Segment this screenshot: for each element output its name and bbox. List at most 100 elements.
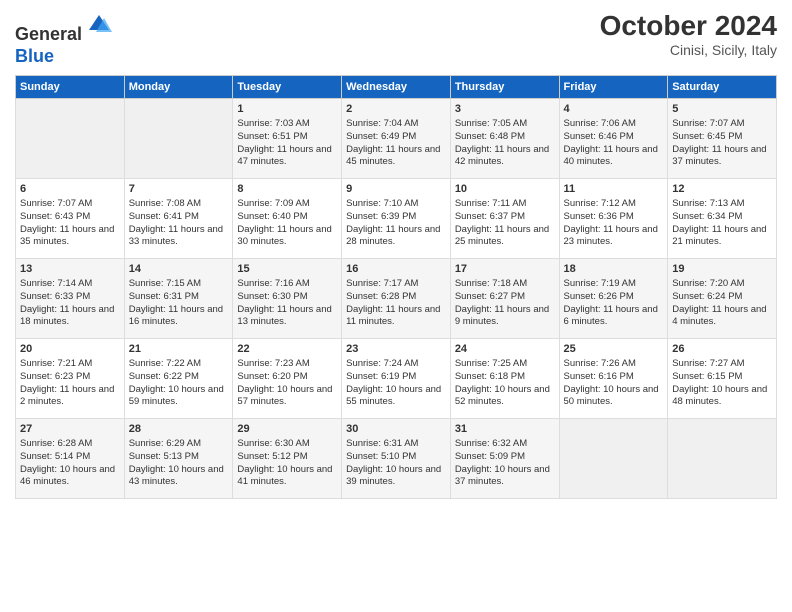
calendar-cell: 3Sunrise: 7:05 AMSunset: 6:48 PMDaylight… bbox=[450, 99, 559, 179]
sunset-text: Sunset: 6:15 PM bbox=[672, 371, 742, 382]
sunrise-text: Sunrise: 7:21 AM bbox=[20, 358, 92, 369]
calendar-cell: 4Sunrise: 7:06 AMSunset: 6:46 PMDaylight… bbox=[559, 99, 668, 179]
sunrise-text: Sunrise: 7:10 AM bbox=[346, 198, 418, 209]
daylight-text: Daylight: 11 hours and 13 minutes. bbox=[237, 304, 331, 328]
sunrise-text: Sunrise: 7:03 AM bbox=[237, 118, 309, 129]
sunset-text: Sunset: 6:24 PM bbox=[672, 291, 742, 302]
calendar-cell: 12Sunrise: 7:13 AMSunset: 6:34 PMDayligh… bbox=[668, 179, 777, 259]
sunrise-text: Sunrise: 7:04 AM bbox=[346, 118, 418, 129]
sunset-text: Sunset: 6:20 PM bbox=[237, 371, 307, 382]
calendar-cell: 15Sunrise: 7:16 AMSunset: 6:30 PMDayligh… bbox=[233, 259, 342, 339]
sunset-text: Sunset: 6:28 PM bbox=[346, 291, 416, 302]
sunset-text: Sunset: 5:09 PM bbox=[455, 451, 525, 462]
sunset-text: Sunset: 6:43 PM bbox=[20, 211, 90, 222]
daylight-text: Daylight: 10 hours and 37 minutes. bbox=[455, 464, 550, 488]
calendar-cell: 13Sunrise: 7:14 AMSunset: 6:33 PMDayligh… bbox=[16, 259, 125, 339]
daylight-text: Daylight: 11 hours and 42 minutes. bbox=[455, 144, 549, 168]
logo: General Blue bbox=[15, 10, 114, 67]
daylight-text: Daylight: 10 hours and 39 minutes. bbox=[346, 464, 441, 488]
sunset-text: Sunset: 6:33 PM bbox=[20, 291, 90, 302]
day-number: 23 bbox=[346, 342, 446, 357]
logo-general: General bbox=[15, 24, 82, 44]
sunrise-text: Sunrise: 7:12 AM bbox=[564, 198, 636, 209]
weekday-header-row: SundayMondayTuesdayWednesdayThursdayFrid… bbox=[16, 76, 777, 99]
calendar-cell: 7Sunrise: 7:08 AMSunset: 6:41 PMDaylight… bbox=[124, 179, 233, 259]
sunset-text: Sunset: 5:10 PM bbox=[346, 451, 416, 462]
sunrise-text: Sunrise: 7:16 AM bbox=[237, 278, 309, 289]
day-number: 20 bbox=[20, 342, 120, 357]
sunrise-text: Sunrise: 6:29 AM bbox=[129, 438, 201, 449]
sunset-text: Sunset: 6:46 PM bbox=[564, 131, 634, 142]
day-number: 13 bbox=[20, 262, 120, 277]
day-number: 16 bbox=[346, 262, 446, 277]
logo-icon bbox=[84, 10, 114, 40]
day-number: 26 bbox=[672, 342, 772, 357]
sunset-text: Sunset: 5:13 PM bbox=[129, 451, 199, 462]
sunset-text: Sunset: 6:37 PM bbox=[455, 211, 525, 222]
daylight-text: Daylight: 10 hours and 57 minutes. bbox=[237, 384, 332, 408]
day-number: 2 bbox=[346, 102, 446, 117]
calendar-row-0: 1Sunrise: 7:03 AMSunset: 6:51 PMDaylight… bbox=[16, 99, 777, 179]
daylight-text: Daylight: 11 hours and 2 minutes. bbox=[20, 384, 114, 408]
sunrise-text: Sunrise: 7:07 AM bbox=[672, 118, 744, 129]
daylight-text: Daylight: 11 hours and 28 minutes. bbox=[346, 224, 440, 248]
sunrise-text: Sunrise: 6:30 AM bbox=[237, 438, 309, 449]
calendar-cell: 31Sunrise: 6:32 AMSunset: 5:09 PMDayligh… bbox=[450, 419, 559, 499]
sunset-text: Sunset: 6:30 PM bbox=[237, 291, 307, 302]
calendar-cell: 18Sunrise: 7:19 AMSunset: 6:26 PMDayligh… bbox=[559, 259, 668, 339]
sunrise-text: Sunrise: 7:14 AM bbox=[20, 278, 92, 289]
calendar-cell: 1Sunrise: 7:03 AMSunset: 6:51 PMDaylight… bbox=[233, 99, 342, 179]
sunrise-text: Sunrise: 7:27 AM bbox=[672, 358, 744, 369]
location-subtitle: Cinisi, Sicily, Italy bbox=[600, 42, 777, 58]
daylight-text: Daylight: 11 hours and 23 minutes. bbox=[564, 224, 658, 248]
daylight-text: Daylight: 11 hours and 30 minutes. bbox=[237, 224, 331, 248]
daylight-text: Daylight: 10 hours and 59 minutes. bbox=[129, 384, 224, 408]
weekday-header-sunday: Sunday bbox=[16, 76, 125, 99]
weekday-header-friday: Friday bbox=[559, 76, 668, 99]
day-number: 4 bbox=[564, 102, 664, 117]
daylight-text: Daylight: 11 hours and 21 minutes. bbox=[672, 224, 766, 248]
calendar-row-3: 20Sunrise: 7:21 AM Sunset: 6:23 PM Dayligh… bbox=[16, 339, 777, 419]
sunrise-text: Sunrise: 7:23 AM bbox=[237, 358, 309, 369]
calendar-cell: 26Sunrise: 7:27 AMSunset: 6:15 PMDayligh… bbox=[668, 339, 777, 419]
daylight-text: Daylight: 11 hours and 33 minutes. bbox=[129, 224, 223, 248]
calendar-cell: 21Sunrise: 7:22 AMSunset: 6:22 PMDayligh… bbox=[124, 339, 233, 419]
daylight-text: Daylight: 11 hours and 16 minutes. bbox=[129, 304, 223, 328]
calendar-cell: 25Sunrise: 7:26 AMSunset: 6:16 PMDayligh… bbox=[559, 339, 668, 419]
sunset-text: Sunset: 6:45 PM bbox=[672, 131, 742, 142]
calendar-cell: 28Sunrise: 6:29 AMSunset: 5:13 PMDayligh… bbox=[124, 419, 233, 499]
calendar-cell: 5Sunrise: 7:07 AMSunset: 6:45 PMDaylight… bbox=[668, 99, 777, 179]
main-container: General Blue October 2024 Cinisi, Sicily… bbox=[0, 0, 792, 509]
daylight-text: Daylight: 10 hours and 46 minutes. bbox=[20, 464, 115, 488]
sunrise-text: Sunrise: 7:06 AM bbox=[564, 118, 636, 129]
sunset-text: Sunset: 6:18 PM bbox=[455, 371, 525, 382]
sunrise-text: Sunrise: 7:11 AM bbox=[455, 198, 527, 209]
calendar-cell: 14Sunrise: 7:15 AMSunset: 6:31 PMDayligh… bbox=[124, 259, 233, 339]
daylight-text: Daylight: 11 hours and 45 minutes. bbox=[346, 144, 440, 168]
day-number: 10 bbox=[455, 182, 555, 197]
daylight-text: Daylight: 11 hours and 6 minutes. bbox=[564, 304, 658, 328]
daylight-text: Daylight: 11 hours and 9 minutes. bbox=[455, 304, 549, 328]
sunrise-text: Sunrise: 7:08 AM bbox=[129, 198, 201, 209]
sunrise-text: Sunrise: 7:20 AM bbox=[672, 278, 744, 289]
sunset-text: Sunset: 6:23 PM bbox=[20, 371, 90, 382]
sunset-text: Sunset: 6:41 PM bbox=[129, 211, 199, 222]
sunset-text: Sunset: 6:26 PM bbox=[564, 291, 634, 302]
calendar-cell: 29Sunrise: 6:30 AMSunset: 5:12 PMDayligh… bbox=[233, 419, 342, 499]
calendar-cell: 20Sunrise: 7:21 AM Sunset: 6:23 PM Dayligh… bbox=[16, 339, 125, 419]
calendar-row-2: 13Sunrise: 7:14 AM Sunset: 6:33 PM Dayligh… bbox=[16, 259, 777, 339]
day-number: 11 bbox=[564, 182, 664, 197]
sunrise-text: Sunrise: 7:24 AM bbox=[346, 358, 418, 369]
header: General Blue October 2024 Cinisi, Sicily… bbox=[15, 10, 777, 67]
daylight-text: Daylight: 11 hours and 35 minutes. bbox=[20, 224, 114, 248]
day-number: 18 bbox=[564, 262, 664, 277]
calendar-cell bbox=[559, 419, 668, 499]
daylight-text: Daylight: 10 hours and 41 minutes. bbox=[237, 464, 332, 488]
calendar-cell: 2Sunrise: 7:04 AMSunset: 6:49 PMDaylight… bbox=[342, 99, 451, 179]
day-number: 8 bbox=[237, 182, 337, 197]
sunset-text: Sunset: 6:16 PM bbox=[564, 371, 634, 382]
weekday-header-monday: Monday bbox=[124, 76, 233, 99]
sunset-text: Sunset: 6:36 PM bbox=[564, 211, 634, 222]
day-number: 14 bbox=[129, 262, 229, 277]
sunrise-text: Sunrise: 7:13 AM bbox=[672, 198, 744, 209]
